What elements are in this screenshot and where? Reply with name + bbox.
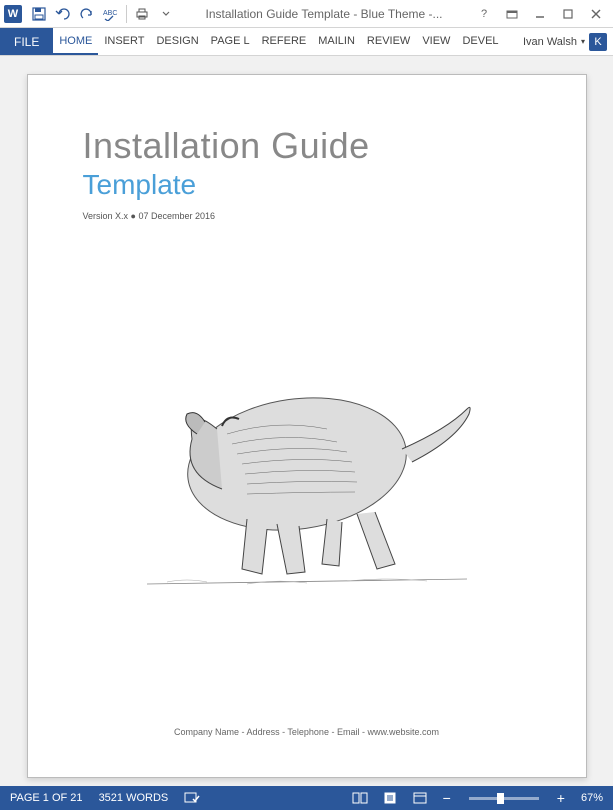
- document-version-line: Version X.x ● 07 December 2016: [83, 211, 531, 221]
- read-mode-button[interactable]: [349, 789, 371, 807]
- user-name-label: Ivan Walsh: [523, 36, 577, 48]
- user-avatar: K: [589, 33, 607, 51]
- minimize-button[interactable]: [527, 3, 553, 25]
- maximize-button[interactable]: [555, 3, 581, 25]
- toolbar-separator: [126, 5, 127, 23]
- document-workspace[interactable]: Installation Guide Template Version X.x …: [0, 56, 613, 786]
- document-title: Installation Guide: [83, 125, 531, 167]
- tab-page-l[interactable]: PAGE L: [205, 28, 256, 55]
- tab-home[interactable]: HOME: [53, 28, 98, 55]
- svg-text:ABC: ABC: [103, 10, 117, 17]
- quick-print-button[interactable]: [131, 3, 153, 25]
- user-account-button[interactable]: Ivan Walsh ▾ K: [517, 28, 613, 55]
- web-layout-button[interactable]: [409, 789, 431, 807]
- bison-illustration: [127, 334, 487, 614]
- window-title: Installation Guide Template - Blue Theme…: [179, 7, 469, 21]
- file-tab[interactable]: FILE: [0, 28, 53, 55]
- document-page: Installation Guide Template Version X.x …: [27, 74, 587, 778]
- document-subtitle: Template: [83, 169, 531, 201]
- tab-refere[interactable]: REFERE: [256, 28, 313, 55]
- page-number-indicator[interactable]: PAGE 1 OF 21: [6, 786, 87, 810]
- zoom-slider[interactable]: [469, 797, 539, 800]
- tab-devel[interactable]: DEVEL: [456, 28, 504, 55]
- chevron-down-icon: ▾: [581, 37, 585, 46]
- tab-design[interactable]: DESIGN: [150, 28, 204, 55]
- word-app-icon: W: [4, 5, 22, 23]
- word-count-indicator[interactable]: 3521 WORDS: [95, 786, 173, 810]
- tab-mailin[interactable]: MAILIN: [312, 28, 361, 55]
- undo-button[interactable]: [52, 3, 74, 25]
- save-button[interactable]: [28, 3, 50, 25]
- tab-insert[interactable]: INSERT: [98, 28, 150, 55]
- qat-customize-button[interactable]: [155, 3, 177, 25]
- print-layout-button[interactable]: [379, 789, 401, 807]
- document-illustration: [83, 241, 531, 707]
- zoom-level-button[interactable]: 67%: [577, 786, 607, 810]
- zoom-out-button[interactable]: −: [439, 791, 455, 805]
- help-button[interactable]: ?: [471, 3, 497, 25]
- zoom-in-button[interactable]: +: [553, 791, 569, 805]
- spellcheck-status-button[interactable]: [180, 786, 204, 810]
- close-button[interactable]: [583, 3, 609, 25]
- redo-button[interactable]: [76, 3, 98, 25]
- ribbon-display-button[interactable]: [499, 3, 525, 25]
- quick-access-toolbar: W ABC Installation Guide Template - Blue…: [0, 0, 613, 28]
- tab-review[interactable]: REVIEW: [361, 28, 416, 55]
- zoom-slider-thumb[interactable]: [497, 793, 504, 804]
- document-footer: Company Name - Address - Telephone - Ema…: [83, 727, 531, 747]
- tab-view[interactable]: VIEW: [416, 28, 456, 55]
- status-bar: PAGE 1 OF 21 3521 WORDS − + 67%: [0, 786, 613, 810]
- spellcheck-button[interactable]: ABC: [100, 3, 122, 25]
- ribbon-tabs: FILE HOMEINSERTDESIGNPAGE LREFEREMAILINR…: [0, 28, 613, 56]
